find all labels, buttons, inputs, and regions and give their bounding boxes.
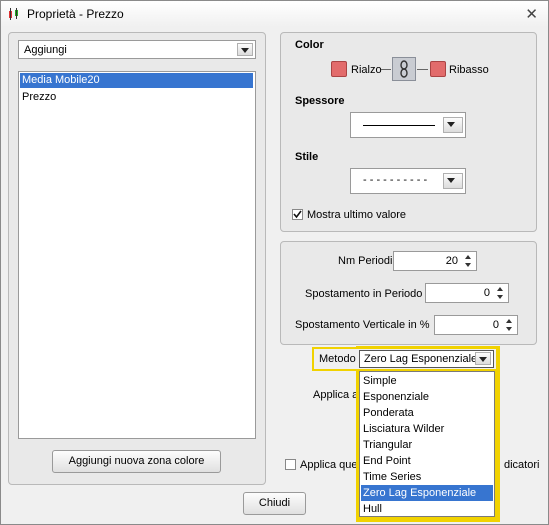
thickness-combo[interactable] [350, 112, 466, 138]
properties-window: Proprietà - Prezzo ✕ Aggiungi Media Mobi… [0, 0, 549, 525]
method-option[interactable]: End Point [361, 453, 493, 469]
style-combo[interactable]: - - - - - - - - - - [350, 168, 466, 194]
vshift-value: 0 [492, 319, 499, 331]
add-combo[interactable]: Aggiungi [18, 40, 256, 59]
chevron-down-icon[interactable] [443, 173, 463, 189]
method-option[interactable]: Esponenziale [361, 389, 493, 405]
apply-label: Applica a [313, 389, 359, 401]
method-option[interactable]: Triangular [361, 437, 493, 453]
shift-label: Spostamento in Periodo [305, 288, 423, 300]
chevron-down-icon[interactable] [443, 117, 463, 133]
show-last-checkbox[interactable] [292, 209, 303, 220]
thickness-line-preview [363, 125, 435, 126]
spinner-arrows-icon[interactable] [462, 253, 475, 269]
shift-spinner[interactable]: 0 [425, 283, 509, 303]
method-option[interactable]: Hull [361, 501, 493, 517]
method-options-list[interactable]: Simple Esponenziale Ponderata Lisciatura… [359, 371, 495, 517]
connector-line [381, 69, 391, 70]
shift-value: 0 [483, 287, 490, 299]
add-color-zone-button[interactable]: Aggiungi nuova zona colore [52, 450, 221, 473]
apply-all-label-end: dicatori [504, 459, 540, 471]
candlestick-icon [9, 8, 18, 20]
method-label: Metodo [319, 353, 356, 365]
vshift-spinner[interactable]: 0 [434, 315, 518, 335]
method-option[interactable]: Simple [361, 373, 493, 389]
add-combo-value: Aggiungi [24, 44, 67, 56]
rise-label: Rialzo [351, 64, 382, 76]
method-option-selected[interactable]: Zero Lag Esponenziale [361, 485, 493, 501]
method-option[interactable]: Time Series [361, 469, 493, 485]
style-dash-preview: - - - - - - - - - - [363, 174, 428, 186]
fall-color-swatch[interactable] [430, 61, 446, 77]
chevron-down-icon[interactable] [475, 352, 491, 365]
method-option[interactable]: Ponderata [361, 405, 493, 421]
show-last-label: Mostra ultimo valore [307, 209, 407, 221]
fall-label: Ribasso [449, 64, 489, 76]
close-icon[interactable]: ✕ [525, 5, 538, 23]
spinner-arrows-icon[interactable] [494, 285, 507, 301]
close-button[interactable]: Chiudi [243, 492, 306, 515]
method-option[interactable]: Lisciatura Wilder [361, 421, 493, 437]
title-bar: Proprietà - Prezzo ✕ [1, 1, 548, 27]
connector-line [417, 69, 428, 70]
method-combo-value: Zero Lag Esponenziale [364, 353, 478, 365]
list-item[interactable]: Prezzo [20, 90, 253, 105]
chain-link-icon[interactable] [392, 57, 416, 81]
apply-all-checkbox[interactable] [285, 459, 296, 470]
thickness-header: Spessore [295, 95, 345, 107]
vshift-label: Spostamento Verticale in % [295, 319, 430, 331]
color-header: Color [295, 39, 324, 51]
window-title: Proprietà - Prezzo [27, 7, 124, 21]
rise-color-swatch[interactable] [331, 61, 347, 77]
list-item[interactable]: Media Mobile20 [20, 73, 253, 88]
method-combo[interactable]: Zero Lag Esponenziale [359, 350, 494, 368]
periods-value: 20 [445, 255, 458, 267]
spinner-arrows-icon[interactable] [503, 317, 516, 333]
indicator-list[interactable]: Media Mobile20 Prezzo [18, 71, 256, 439]
periods-label: Nm Periodi [338, 255, 393, 267]
style-header: Stile [295, 151, 319, 163]
apply-all-label: Applica que [300, 459, 358, 471]
chevron-down-icon[interactable] [237, 43, 253, 56]
periods-spinner[interactable]: 20 [393, 251, 477, 271]
